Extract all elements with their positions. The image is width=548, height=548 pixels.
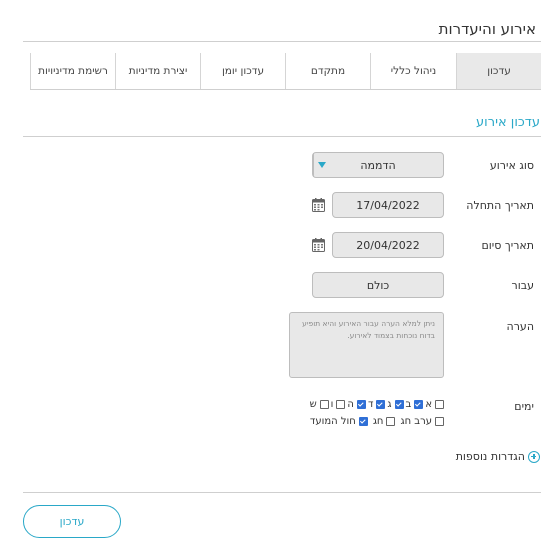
tab-bar: עדכון ניהול כללי מתקדם עדכון יומן יצירת …: [30, 53, 541, 90]
more-settings-label: הגדרות נוספות: [455, 450, 525, 463]
tab-calendar-update[interactable]: עדכון יומן: [200, 53, 285, 89]
day-label: ערב חג: [400, 416, 432, 427]
day-checkbox[interactable]: [414, 400, 424, 409]
day-label: ה: [347, 399, 354, 410]
day-option[interactable]: ד: [367, 399, 386, 410]
tab-general-management[interactable]: ניהול כללי: [370, 53, 456, 89]
tab-update[interactable]: עדכון: [456, 53, 541, 89]
day-option[interactable]: ג: [387, 399, 404, 410]
tab-advanced[interactable]: מתקדם: [285, 53, 370, 89]
title-divider: [23, 41, 541, 42]
day-checkbox[interactable]: [386, 417, 396, 426]
day-option[interactable]: ערב חג: [400, 416, 444, 427]
day-label: חול המועד: [309, 416, 356, 427]
page-title: אירוע והיעדרות: [438, 20, 536, 38]
section-divider: [23, 136, 541, 137]
calendar-icon[interactable]: [312, 238, 325, 252]
plus-circle-icon: [528, 450, 540, 463]
day-checkbox[interactable]: [394, 400, 404, 409]
start-date-field[interactable]: 17/04/2022: [332, 192, 444, 218]
day-option[interactable]: חול המועד: [310, 416, 368, 427]
days-label: ימים: [514, 400, 534, 413]
days-row-holidays: ערב חג חג חול המועד: [308, 416, 444, 427]
day-checkbox[interactable]: [358, 417, 368, 426]
day-option[interactable]: ה: [347, 399, 366, 410]
note-label: הערה: [506, 320, 534, 333]
day-option[interactable]: א: [425, 399, 444, 410]
day-option[interactable]: ש: [310, 399, 329, 410]
day-label: ד: [367, 399, 374, 410]
update-button[interactable]: עדכון: [23, 505, 121, 538]
for-label: עבור: [511, 279, 534, 292]
end-date-label: תאריך סיום: [481, 239, 534, 252]
day-label: ש: [309, 399, 317, 410]
end-date-value: 20/04/2022: [356, 238, 420, 252]
event-type-label: סוג אירוע: [489, 159, 534, 172]
start-date-label: תאריך התחלה: [466, 199, 534, 212]
note-textarea[interactable]: ניתן למלא הערה עבור האירוע והיא תופיע בד…: [289, 312, 444, 378]
day-option[interactable]: ו: [331, 399, 346, 410]
more-settings-link[interactable]: הגדרות נוספות: [456, 450, 540, 463]
day-checkbox[interactable]: [435, 400, 444, 409]
for-value: כולם: [366, 278, 390, 292]
day-checkbox[interactable]: [435, 417, 444, 426]
day-checkbox[interactable]: [336, 400, 346, 409]
dropdown-arrow-icon[interactable]: [313, 153, 330, 177]
for-field[interactable]: כולם: [312, 272, 444, 298]
start-date-value: 17/04/2022: [356, 198, 420, 212]
tab-bar-edge: [30, 53, 31, 89]
event-type-select[interactable]: הדממה: [312, 152, 444, 178]
day-label: א: [425, 399, 432, 410]
footer-divider: [23, 492, 541, 493]
day-checkbox[interactable]: [319, 400, 329, 409]
day-label: חג: [372, 416, 384, 427]
end-date-field[interactable]: 20/04/2022: [332, 232, 444, 258]
day-option[interactable]: ב: [406, 399, 424, 410]
day-label: ו: [330, 399, 334, 410]
event-type-value: הדממה: [360, 158, 396, 172]
calendar-icon[interactable]: [312, 198, 325, 212]
day-label: ב: [405, 399, 412, 410]
days-row-weekdays: א ב ג ד ה ו ש: [308, 399, 444, 410]
day-label: ג: [387, 399, 392, 410]
tab-policy-list[interactable]: רשימת מדיניויות: [30, 53, 115, 89]
day-option[interactable]: חג: [373, 416, 396, 427]
day-checkbox[interactable]: [376, 400, 386, 409]
section-title: עדכון אירוע: [476, 115, 540, 130]
tab-create-policy[interactable]: יצירת מדיניות: [115, 53, 200, 89]
day-checkbox[interactable]: [356, 400, 366, 409]
